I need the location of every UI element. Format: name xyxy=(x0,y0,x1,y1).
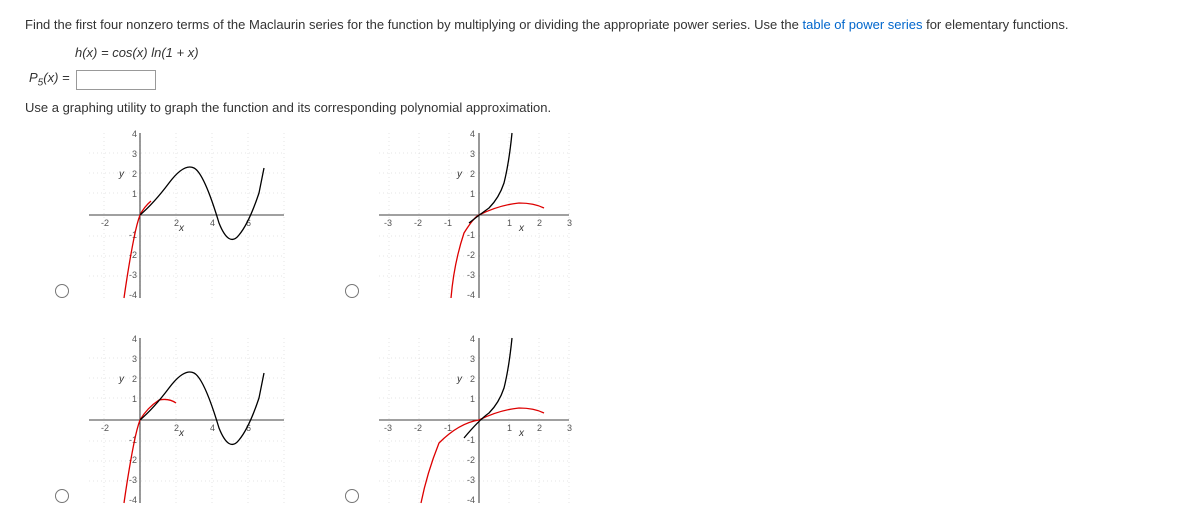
svg-text:2: 2 xyxy=(132,374,137,384)
svg-text:3: 3 xyxy=(132,149,137,159)
svg-text:-1: -1 xyxy=(444,218,452,228)
question-prompt: Find the first four nonzero terms of the… xyxy=(25,15,1175,35)
svg-text:x: x xyxy=(178,223,185,234)
graph-instruction: Use a graphing utility to graph the func… xyxy=(25,100,1175,115)
svg-text:y: y xyxy=(456,169,463,180)
svg-text:-1: -1 xyxy=(467,230,475,240)
svg-text:-2: -2 xyxy=(101,423,109,433)
svg-text:-3: -3 xyxy=(129,270,137,280)
svg-text:-1: -1 xyxy=(467,435,475,445)
answer-row: P5(x) = xyxy=(29,70,1175,90)
svg-text:1: 1 xyxy=(470,189,475,199)
graph-option-b: -3 -2 -1 1 2 3 -4 -3 -2 -1 1 2 3 4 x y xyxy=(345,123,605,308)
svg-text:4: 4 xyxy=(470,129,475,139)
svg-text:1: 1 xyxy=(470,394,475,404)
svg-text:-3: -3 xyxy=(384,423,392,433)
svg-text:1: 1 xyxy=(132,189,137,199)
graph-option-c: -2 2 4 6 -4 -3 -2 -1 1 2 3 4 x y xyxy=(55,328,315,513)
graph-options-grid: -2 2 4 6 -4 -3 -2 -1 1 2 3 4 x y xyxy=(55,123,1175,513)
svg-text:-3: -3 xyxy=(384,218,392,228)
svg-text:x: x xyxy=(178,428,185,439)
svg-text:-3: -3 xyxy=(129,475,137,485)
svg-text:3: 3 xyxy=(567,423,572,433)
svg-text:4: 4 xyxy=(210,218,215,228)
radio-option-a[interactable] xyxy=(55,284,69,298)
svg-text:-2: -2 xyxy=(467,455,475,465)
graph-c-svg: -2 2 4 6 -4 -3 -2 -1 1 2 3 4 x y xyxy=(79,328,289,513)
graph-option-a: -2 2 4 6 -4 -3 -2 -1 1 2 3 4 x y xyxy=(55,123,315,308)
svg-text:1: 1 xyxy=(507,423,512,433)
p5-answer-input[interactable] xyxy=(76,70,156,90)
svg-text:2: 2 xyxy=(537,218,542,228)
svg-text:y: y xyxy=(118,374,125,385)
svg-text:-2: -2 xyxy=(414,218,422,228)
svg-text:-2: -2 xyxy=(467,250,475,260)
radio-option-d[interactable] xyxy=(345,489,359,503)
svg-text:2: 2 xyxy=(470,374,475,384)
svg-text:4: 4 xyxy=(132,334,137,344)
svg-text:x: x xyxy=(518,428,525,439)
svg-text:3: 3 xyxy=(132,354,137,364)
svg-text:2: 2 xyxy=(470,169,475,179)
radio-option-c[interactable] xyxy=(55,489,69,503)
svg-text:1: 1 xyxy=(132,394,137,404)
svg-text:1: 1 xyxy=(507,218,512,228)
svg-text:-4: -4 xyxy=(467,495,475,505)
radio-option-b[interactable] xyxy=(345,284,359,298)
svg-text:-4: -4 xyxy=(467,290,475,300)
svg-text:4: 4 xyxy=(132,129,137,139)
function-definition: h(x) = cos(x) ln(1 + x) xyxy=(75,45,1175,60)
svg-text:-1: -1 xyxy=(444,423,452,433)
graph-b-svg: -3 -2 -1 1 2 3 -4 -3 -2 -1 1 2 3 4 x y xyxy=(369,123,579,308)
svg-text:y: y xyxy=(456,374,463,385)
svg-text:-3: -3 xyxy=(467,270,475,280)
prompt-text-2: for elementary functions. xyxy=(926,17,1068,32)
svg-text:-3: -3 xyxy=(467,475,475,485)
svg-text:-2: -2 xyxy=(414,423,422,433)
graph-a-svg: -2 2 4 6 -4 -3 -2 -1 1 2 3 4 x y xyxy=(79,123,289,308)
svg-text:4: 4 xyxy=(210,423,215,433)
svg-text:3: 3 xyxy=(470,149,475,159)
svg-text:-2: -2 xyxy=(101,218,109,228)
svg-text:3: 3 xyxy=(470,354,475,364)
svg-text:-4: -4 xyxy=(129,495,137,505)
svg-text:2: 2 xyxy=(132,169,137,179)
prompt-text-1: Find the first four nonzero terms of the… xyxy=(25,17,803,32)
answer-label: P5(x) = xyxy=(29,70,70,89)
svg-text:3: 3 xyxy=(567,218,572,228)
power-series-link[interactable]: table of power series xyxy=(803,17,923,32)
svg-text:y: y xyxy=(118,169,125,180)
svg-text:4: 4 xyxy=(470,334,475,344)
svg-text:-4: -4 xyxy=(129,290,137,300)
svg-text:x: x xyxy=(518,223,525,234)
graph-d-svg: -3 -2 -1 1 2 3 -4 -3 -2 -1 1 2 3 4 x y xyxy=(369,328,579,513)
graph-option-d: -3 -2 -1 1 2 3 -4 -3 -2 -1 1 2 3 4 x y xyxy=(345,328,605,513)
svg-text:2: 2 xyxy=(537,423,542,433)
